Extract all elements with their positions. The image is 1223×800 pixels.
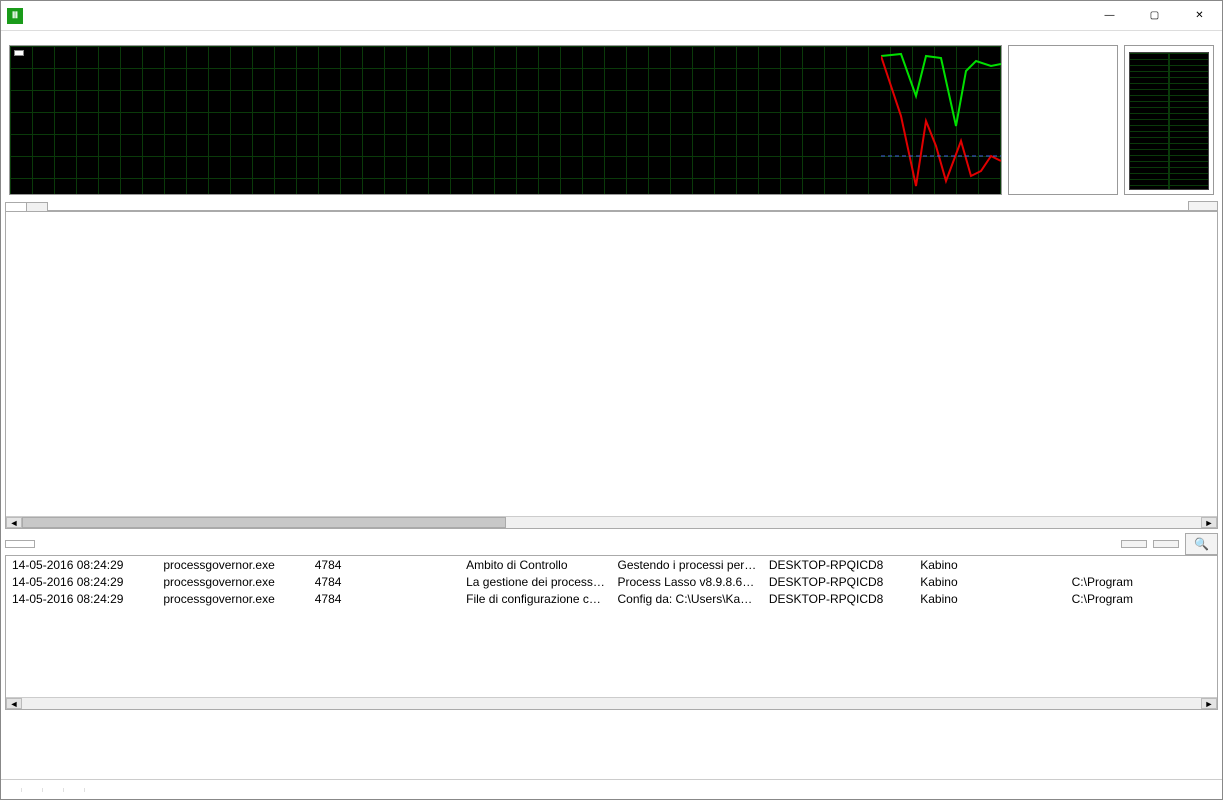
status-threads: [1, 788, 22, 792]
log-row[interactable]: 14-05-2016 08:24:29processgovernor.exe47…: [6, 556, 1217, 573]
titlebar: Ⅲ — ▢ ✕: [1, 1, 1222, 31]
log-scroll-right-icon[interactable]: ►: [1201, 698, 1217, 709]
ram-meter: [1124, 45, 1214, 195]
hide-graph-button[interactable]: [1188, 201, 1218, 211]
app-icon: Ⅲ: [7, 8, 23, 24]
log-search-icon[interactable]: 🔍: [1185, 533, 1218, 555]
menu-aggiornamenti[interactable]: [71, 33, 83, 37]
cpu-meter: [1008, 45, 1118, 195]
graph-lines: [881, 46, 1001, 195]
tab-active-processes[interactable]: [26, 202, 48, 211]
process-table: ◄ ►: [5, 211, 1218, 529]
process-tabs: [1, 199, 1222, 211]
log-tab[interactable]: [5, 540, 35, 548]
main-graph: [9, 45, 1002, 195]
log-row[interactable]: 14-05-2016 08:24:29processgovernor.exe47…: [6, 590, 1217, 607]
status-ram: [64, 788, 85, 792]
log-row[interactable]: 14-05-2016 08:24:29processgovernor.exe47…: [6, 573, 1217, 590]
scroll-right-icon[interactable]: ►: [1201, 517, 1217, 528]
menu-aiuto[interactable]: [87, 33, 99, 37]
status-uptime: [1202, 788, 1222, 792]
menu-file[interactable]: [23, 33, 35, 37]
minimize-button[interactable]: —: [1087, 1, 1132, 30]
scroll-left-icon[interactable]: ◄: [6, 517, 22, 528]
graph-grid: [10, 46, 1001, 194]
horizontal-scrollbar[interactable]: ◄ ►: [6, 516, 1217, 528]
cpu-core-bars: [1009, 50, 1117, 194]
watch-log-button[interactable]: [1153, 540, 1179, 548]
tab-all-processes[interactable]: [5, 202, 27, 211]
scroll-thumb[interactable]: [22, 517, 506, 528]
log-table: 14-05-2016 08:24:29processgovernor.exe47…: [5, 555, 1218, 710]
menu-guarda[interactable]: [55, 33, 67, 37]
menu-opzioni[interactable]: [39, 33, 51, 37]
window-controls: — ▢ ✕: [1087, 1, 1222, 30]
menu-principale[interactable]: [7, 33, 19, 37]
graph-legend: [14, 50, 24, 56]
ram-meter-label: [1125, 46, 1213, 50]
menubar: [1, 31, 1222, 41]
ram-bar: [1129, 52, 1209, 190]
status-reactivity: [43, 788, 64, 792]
maximize-button[interactable]: ▢: [1132, 1, 1177, 30]
graph-panel: [1, 41, 1222, 199]
insights-button[interactable]: [1121, 540, 1147, 548]
statusbar: [1, 779, 1222, 799]
status-cpu: [22, 788, 43, 792]
log-header: 🔍: [5, 533, 1218, 555]
log-scrollbar[interactable]: ◄ ►: [6, 697, 1217, 709]
close-button[interactable]: ✕: [1177, 1, 1222, 30]
log-scroll-left-icon[interactable]: ◄: [6, 698, 22, 709]
